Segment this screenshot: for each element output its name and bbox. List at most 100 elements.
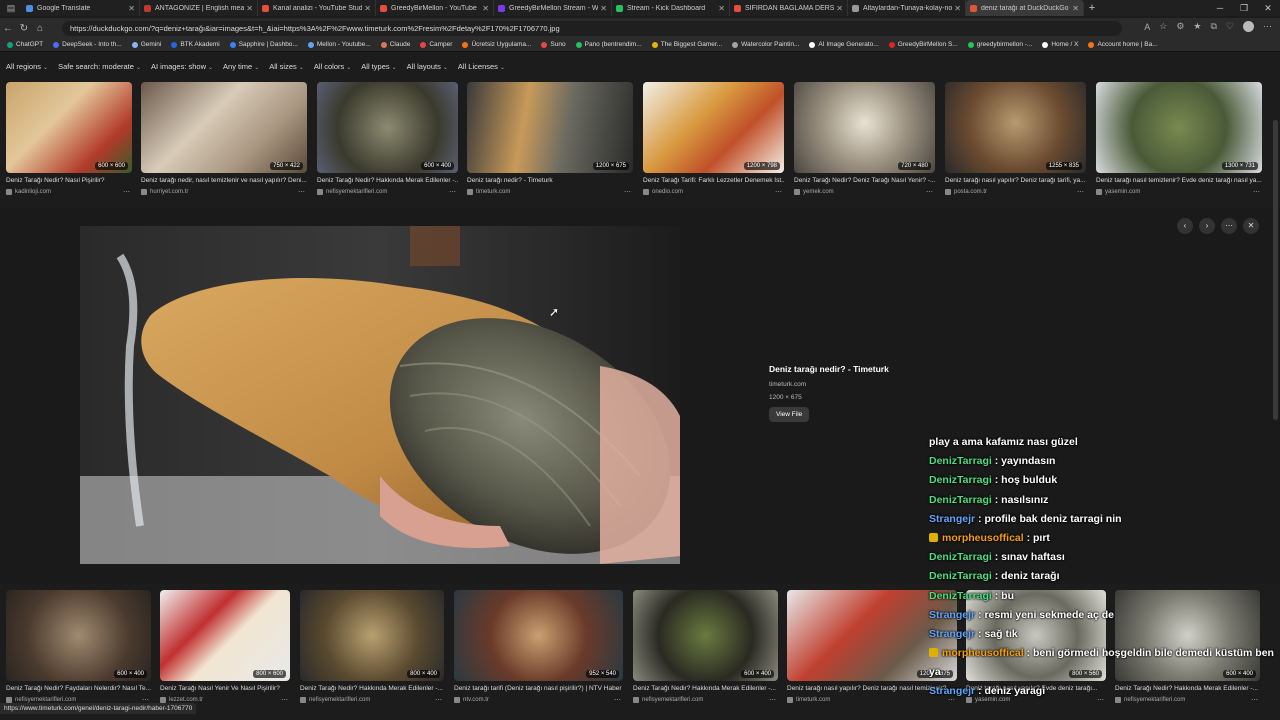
image-result-title[interactable]: Deniz tarağı nedir, nasıl temizlenir ve … — [141, 177, 307, 186]
image-result-card[interactable]: 952 × 540 Deniz tarağı tarifi (Deniz tara… — [454, 590, 623, 704]
split-screen-icon[interactable]: ⧉ — [1210, 21, 1216, 32]
image-result-source[interactable]: timeturk.com ⋯ — [467, 188, 633, 196]
tab-close-icon[interactable]: ✕ — [246, 4, 253, 13]
more-options-icon[interactable]: ⋯ — [1221, 218, 1237, 234]
downloads-icon[interactable]: ♡ — [1226, 21, 1234, 32]
tab-close-icon[interactable]: ✕ — [836, 4, 843, 13]
profile-avatar[interactable] — [1243, 21, 1254, 32]
bookmark-item[interactable]: Pano (bentrendim... — [573, 41, 645, 48]
filter-dropdown[interactable]: Any time ⌄ — [223, 62, 259, 71]
image-thumbnail[interactable]: 1255 × 835 — [945, 82, 1086, 173]
bookmark-item[interactable]: Suno — [538, 41, 568, 48]
bookmark-item[interactable]: Sapphire | Dashbo... — [227, 41, 301, 48]
image-result-source[interactable]: nefisyemektarifleri.com ⋯ — [633, 696, 778, 704]
browser-tab[interactable]: Google Translate ✕ — [22, 0, 140, 16]
bookmark-item[interactable]: AI Image Generato... — [806, 41, 881, 48]
bookmark-item[interactable]: The Biggest Gamer... — [649, 41, 725, 48]
next-image-icon[interactable]: › — [1199, 218, 1215, 234]
image-result-source[interactable]: ntv.com.tr ⋯ — [454, 696, 623, 704]
image-thumbnail[interactable]: 1200 × 675 — [467, 82, 633, 173]
tab-close-icon[interactable]: ✕ — [1072, 4, 1079, 13]
image-result-card[interactable]: 800 × 400 Deniz Tarağı Nedir? Hakkında Me… — [300, 590, 444, 704]
image-result-card[interactable]: 600 × 600 Deniz Tarağı Nedir? Nasıl Pişir… — [6, 82, 132, 196]
bookmark-item[interactable]: Watercolor Paintin... — [729, 41, 802, 48]
image-result-source[interactable]: yasemin.com ⋯ — [1096, 188, 1262, 196]
bookmark-item[interactable]: Account home | Ba... — [1085, 41, 1160, 48]
image-result-title[interactable]: Deniz tarağı nasıl temizlenir? Evde deni… — [1096, 177, 1262, 186]
filter-dropdown[interactable]: All layouts ⌄ — [407, 62, 448, 71]
browser-tab[interactable]: GreedyBirMellon Stream - Watch✕ — [494, 0, 612, 16]
new-tab-button[interactable]: + — [1084, 2, 1100, 14]
image-thumbnail[interactable]: 800 × 600 — [160, 590, 290, 681]
image-result-title[interactable]: Deniz Tarağı Nedir? Hakkında Merak Edile… — [300, 685, 444, 694]
browser-tab[interactable]: Kanal analizi - YouTube Studio ✕ — [258, 0, 376, 16]
image-thumbnail[interactable]: 600 × 400 — [633, 590, 778, 681]
filter-dropdown[interactable]: All sizes ⌄ — [269, 62, 304, 71]
image-thumbnail[interactable]: 600 × 400 — [6, 590, 151, 681]
home-icon[interactable]: ⌂ — [32, 23, 48, 34]
image-result-title[interactable]: Deniz Tarağı Nasıl Yenir Ve Nasıl Pişiri… — [160, 685, 290, 694]
view-file-button[interactable]: View File — [769, 407, 810, 422]
image-result-card[interactable]: 600 × 400 Deniz Tarağı Nedir? Hakkında Me… — [317, 82, 458, 196]
filter-dropdown[interactable]: Safe search: moderate ⌄ — [58, 62, 141, 71]
image-result-title[interactable]: Deniz Tarağı Tarifi: Farklı Lezzetler De… — [643, 177, 784, 186]
image-result-title[interactable]: Deniz Tarağı Nedir? Hakkında Merak Edile… — [633, 685, 778, 694]
bookmark-item[interactable]: greedybirmellon -... — [965, 41, 1036, 48]
filter-dropdown[interactable]: All regions ⌄ — [6, 62, 48, 71]
collections-icon[interactable]: ★ — [1193, 21, 1201, 32]
more-options-icon[interactable]: ⋯ — [769, 696, 778, 704]
more-options-icon[interactable]: ⋯ — [1077, 188, 1086, 196]
close-viewer-icon[interactable]: ✕ — [1243, 218, 1259, 234]
reload-icon[interactable]: ↻ — [16, 23, 32, 34]
image-result-source[interactable]: nefisyemektarifleri.com ⋯ — [300, 696, 444, 704]
restore-icon[interactable]: ❐ — [1232, 0, 1256, 16]
bookmark-item[interactable]: Ücretsiz Uygulama... — [459, 41, 534, 48]
image-result-title[interactable]: Deniz Tarağı Nedir? Nasıl Pişirilir? — [6, 177, 132, 186]
image-thumbnail[interactable]: 952 × 540 — [454, 590, 623, 681]
image-result-source[interactable]: onedio.com ⋯ — [643, 188, 784, 196]
bookmark-item[interactable]: GreedyBirMellon S... — [886, 41, 961, 48]
image-thumbnail[interactable]: 1200 × 798 — [643, 82, 784, 173]
bookmark-item[interactable]: ChatGPT — [4, 41, 46, 48]
filter-dropdown[interactable]: All colors ⌄ — [314, 62, 351, 71]
image-result-card[interactable]: 800 × 600 Deniz Tarağı Nasıl Yenir Ve Nas… — [160, 590, 290, 704]
filter-dropdown[interactable]: AI images: show ⌄ — [151, 62, 213, 71]
browser-tab[interactable]: Altaylardan-Tunaya-kolay-nota-p✕ — [848, 0, 966, 16]
image-thumbnail[interactable]: 750 × 422 — [141, 82, 307, 173]
image-result-title[interactable]: Deniz tarağı nedir? - Timeturk — [467, 177, 633, 186]
image-result-card[interactable]: 1300 × 731 Deniz tarağı nasıl temizlenir?… — [1096, 82, 1262, 196]
extensions-icon[interactable]: ⚙ — [1176, 21, 1184, 32]
image-result-source[interactable]: yemek.com ⋯ — [794, 188, 935, 196]
page-scrollbar[interactable] — [1273, 120, 1278, 420]
image-result-card[interactable]: 600 × 400 Deniz Tarağı Nedir? Hakkında Me… — [633, 590, 778, 704]
bookmark-item[interactable]: Camper — [417, 41, 455, 48]
filter-dropdown[interactable]: All types ⌄ — [361, 62, 396, 71]
bookmark-item[interactable]: DeepSeek - Into th... — [50, 41, 125, 48]
image-result-title[interactable]: Deniz Tarağı Nedir? Deniz Tarağı Nasıl Y… — [794, 177, 935, 186]
image-result-title[interactable]: Deniz tarağı tarifi (Deniz tarağı nasıl … — [454, 685, 623, 694]
more-options-icon[interactable]: ⋯ — [449, 188, 458, 196]
more-options-icon[interactable]: ⋯ — [435, 696, 444, 704]
browser-tab[interactable]: Stream - Kick Dashboard ✕ — [612, 0, 730, 16]
bookmark-item[interactable]: Mellon - Youtube... — [305, 41, 374, 48]
tab-close-icon[interactable]: ✕ — [600, 4, 607, 13]
image-result-card[interactable]: 720 × 480 Deniz Tarağı Nedir? Deniz Tarağ… — [794, 82, 935, 196]
image-thumbnail[interactable]: 800 × 400 — [300, 590, 444, 681]
image-result-title[interactable]: Deniz tarağı nasıl yapılır? Deniz tarağı… — [945, 177, 1086, 186]
image-result-card[interactable]: 1200 × 675 Deniz tarağı nedir? - Timeturk… — [467, 82, 633, 196]
more-options-icon[interactable]: ⋯ — [281, 696, 290, 704]
more-options-icon[interactable]: ⋯ — [298, 188, 307, 196]
image-result-source[interactable]: kadinlioji.com ⋯ — [6, 188, 132, 196]
bookmark-item[interactable]: Gemini — [129, 41, 165, 48]
previous-image-icon[interactable]: ‹ — [1177, 218, 1193, 234]
tab-close-icon[interactable]: ✕ — [954, 4, 961, 13]
back-icon[interactable]: ← — [0, 23, 16, 34]
close-window-icon[interactable]: ✕ — [1256, 0, 1280, 16]
image-result-source[interactable]: nefisyemektarifleri.com ⋯ — [317, 188, 458, 196]
image-result-card[interactable]: 1200 × 798 Deniz Tarağı Tarifi: Farklı Le… — [643, 82, 784, 196]
browser-tab[interactable]: ANTAGONIZE | English meaning✕ — [140, 0, 258, 16]
image-result-card[interactable]: 1255 × 835 Deniz tarağı nasıl yapılır? De… — [945, 82, 1086, 196]
browser-tab[interactable]: GreedyBirMellon - YouTube ✕ — [376, 0, 494, 16]
url-field[interactable]: https://duckduckgo.com/?q=deniz+tarağı&i… — [62, 21, 1122, 36]
image-result-card[interactable]: 600 × 400 Deniz Tarağı Nedir? Faydaları N… — [6, 590, 151, 704]
